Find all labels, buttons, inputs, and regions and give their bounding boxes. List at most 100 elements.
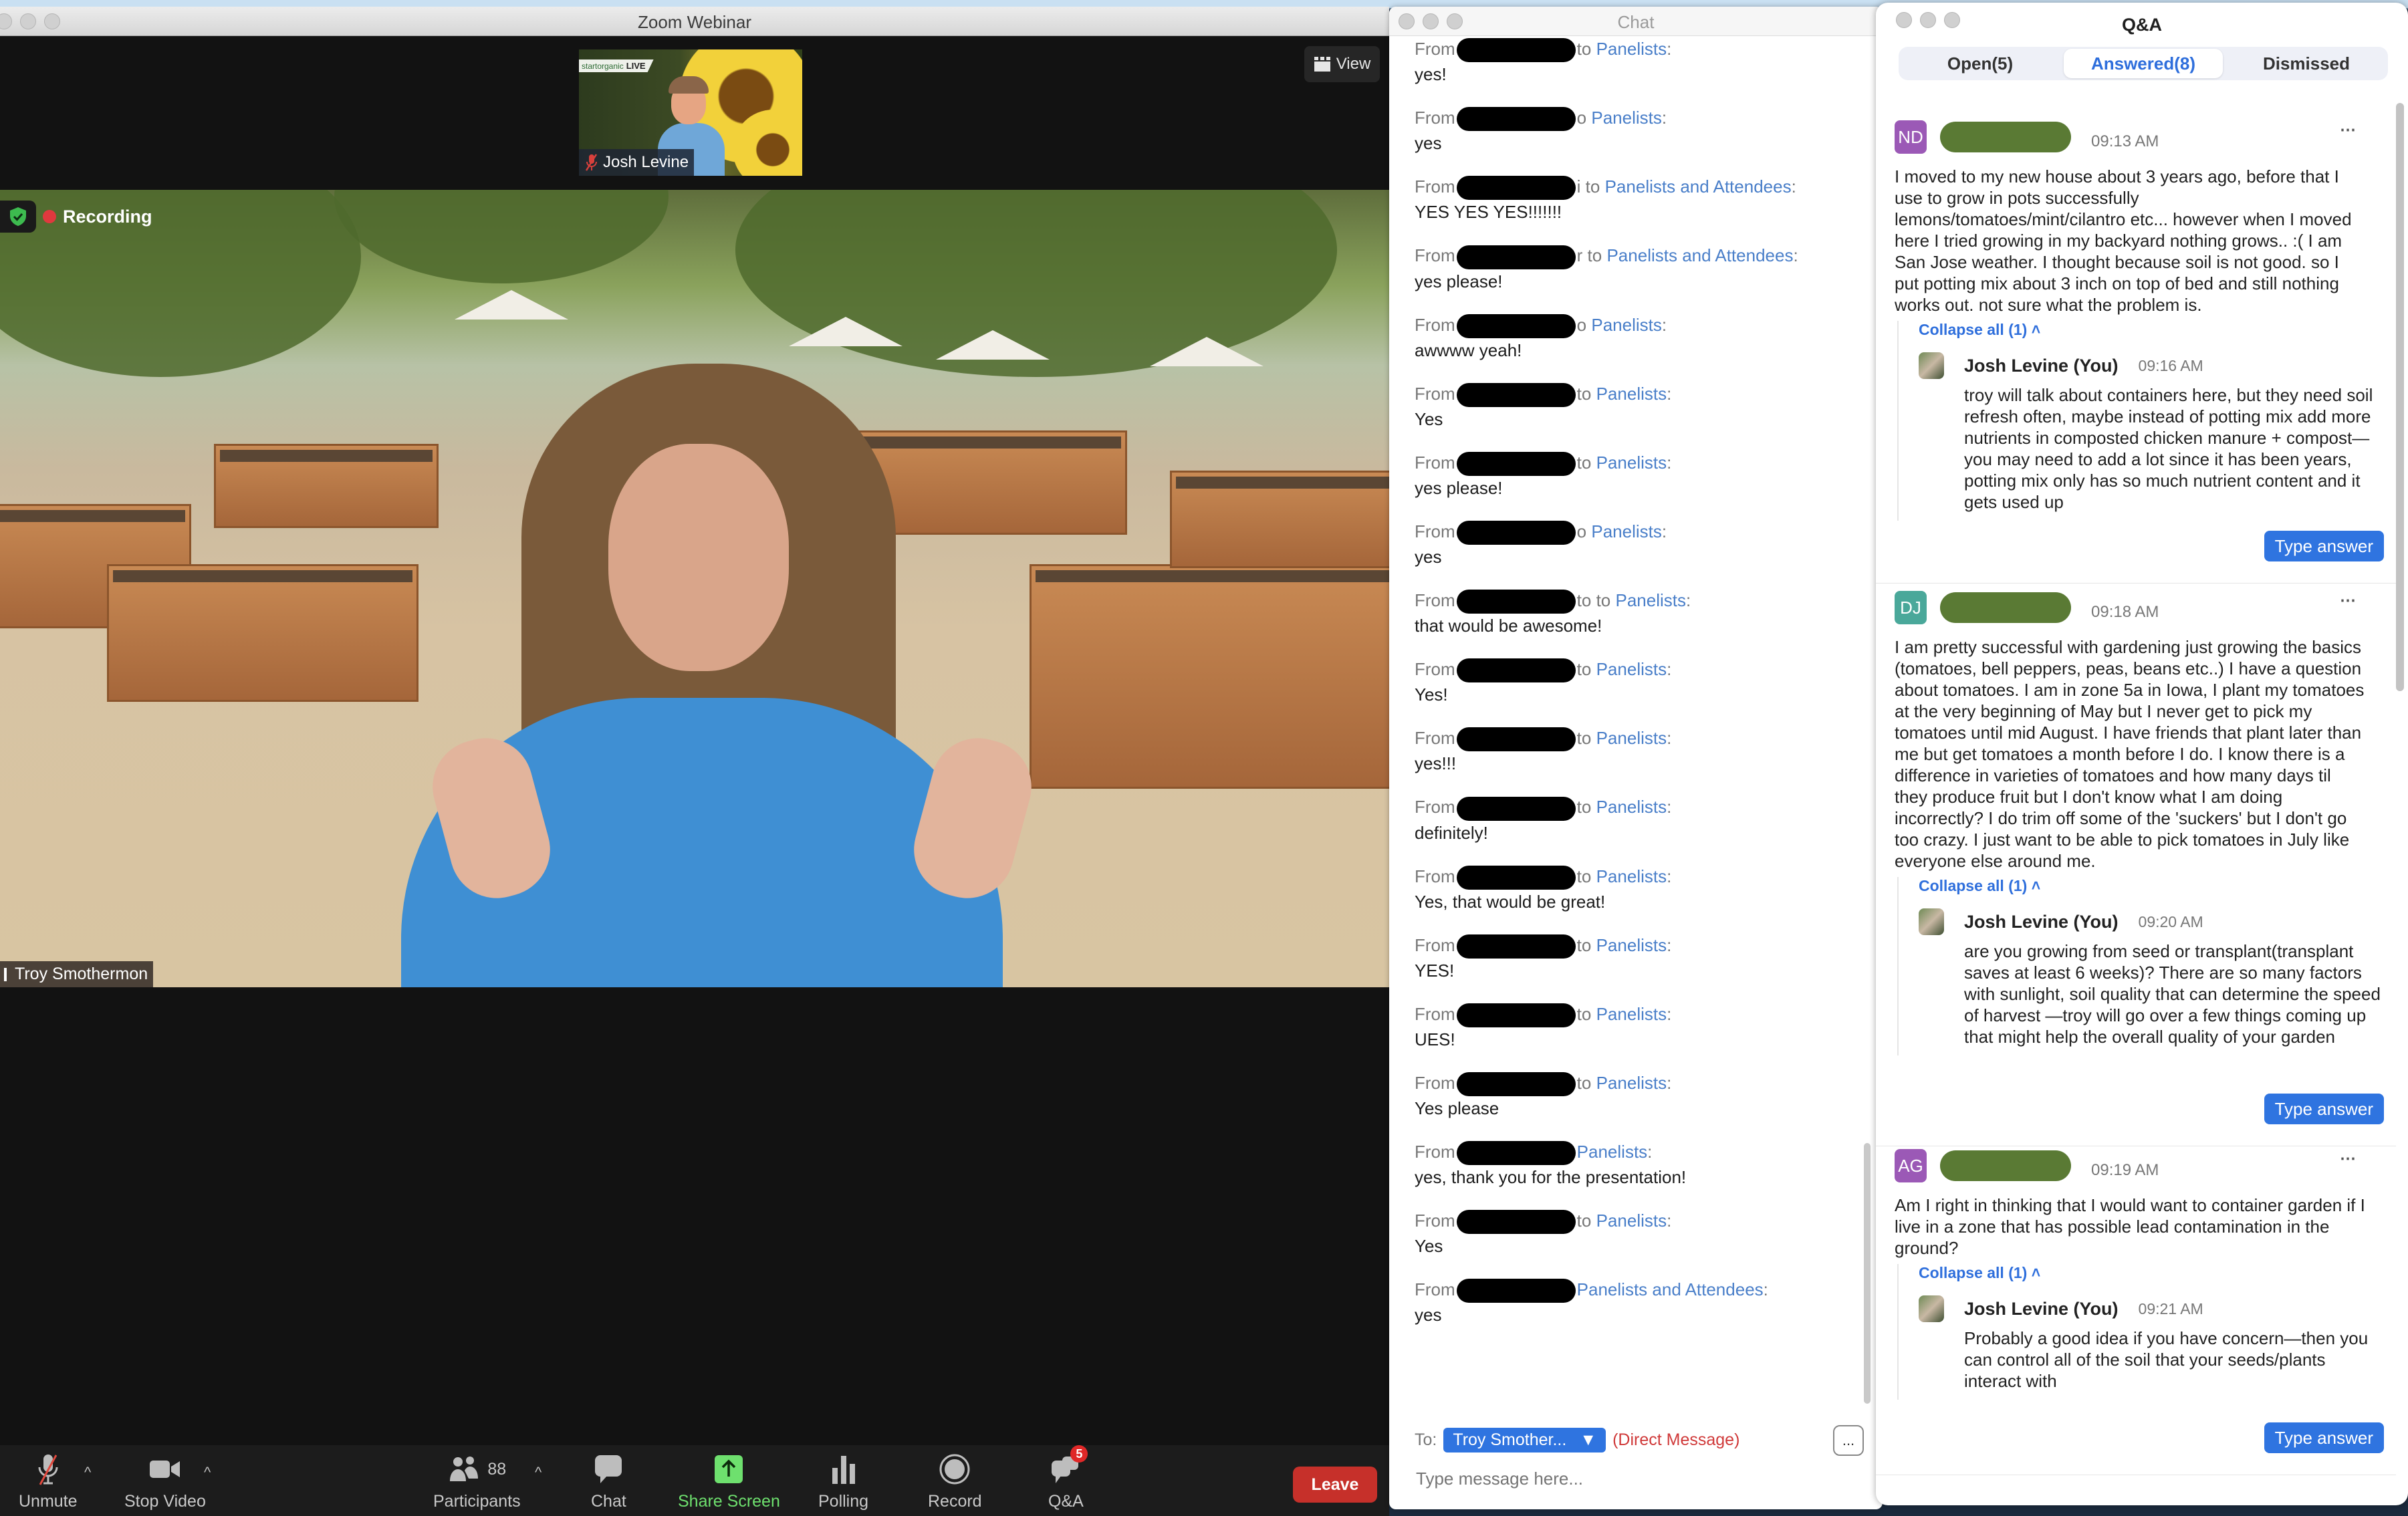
question-more-icon[interactable]: ⋯ xyxy=(2340,591,2356,610)
chat-button[interactable]: Chat xyxy=(591,1450,626,1511)
polling-button[interactable]: Polling xyxy=(818,1450,868,1511)
chat-message: From to Panelists: yes! xyxy=(1415,37,1842,86)
question-time: 09:19 AM xyxy=(2091,1161,2159,1179)
answer-time: 09:20 AM xyxy=(2138,912,2203,930)
collapse-all-toggle[interactable]: Collapse all (1) ˄ xyxy=(1919,877,2381,895)
chat-message-header: From to to Panelists: xyxy=(1415,589,1842,614)
chat-message-text: YES! xyxy=(1415,960,1455,981)
to-label: i to xyxy=(1576,176,1605,197)
asker-avatar: ND xyxy=(1895,120,1927,154)
question-more-icon[interactable]: ⋯ xyxy=(2340,120,2356,140)
tab-open[interactable]: Open(5) xyxy=(1901,49,2060,78)
chat-titlebar: Chat xyxy=(1389,7,1883,36)
chat-message: From to Panelists: Yes! xyxy=(1415,658,1842,707)
answer-text: are you growing from seed or transplant(… xyxy=(1964,941,2381,1047)
qa-title: Q&A xyxy=(2122,15,2162,35)
answerer-name: Josh Levine (You) xyxy=(1964,355,2119,376)
chat-message: From r to Panelists and Attendees: yes ple… xyxy=(1415,244,1842,293)
qa-scrollbar[interactable] xyxy=(2396,103,2404,691)
question-divider xyxy=(1876,583,2396,584)
chat-message-header: From o Panelists: xyxy=(1415,520,1842,545)
recipient-group: Panelists xyxy=(1576,1142,1648,1162)
unmute-button[interactable]: Unmute xyxy=(19,1450,78,1511)
to-label: to xyxy=(1576,728,1596,749)
from-label: From xyxy=(1415,659,1455,680)
video-options-caret[interactable]: ^ xyxy=(204,1464,211,1481)
chat-message-header: From o Panelists: xyxy=(1415,106,1842,132)
panelist-thumbnail-video[interactable]: startorganic LIVE Josh Levine xyxy=(579,49,802,176)
recipient-group: Panelists xyxy=(1591,521,1662,541)
participants-options-caret[interactable]: ^ xyxy=(535,1464,541,1481)
tab-dismissed[interactable]: Dismissed xyxy=(2227,49,2386,78)
redacted-sender xyxy=(1456,865,1576,890)
chat-message-list[interactable]: From to Panelists: yes! From o Panelists: yes… xyxy=(1415,37,1842,1347)
question-more-icon[interactable]: ⋯ xyxy=(2340,1149,2356,1168)
to-label: to xyxy=(1576,797,1596,817)
chat-message-header: From to Panelists: xyxy=(1415,795,1842,821)
collapse-all-toggle[interactable]: Collapse all (1) ˄ xyxy=(1919,1264,2381,1282)
stop-video-button[interactable]: Stop Video xyxy=(124,1450,206,1511)
type-answer-button[interactable]: Type answer xyxy=(2264,1094,2384,1124)
chat-message-header: From to Panelists: xyxy=(1415,658,1842,683)
type-answer-button[interactable]: Type answer xyxy=(2264,531,2384,561)
redacted-sender xyxy=(1456,1210,1576,1235)
chat-message-text: Yes xyxy=(1415,1236,1443,1257)
chat-message: From to Panelists: definitely! xyxy=(1415,795,1842,844)
participants-button[interactable]: 88 Participants xyxy=(433,1450,521,1511)
active-speaker-video[interactable] xyxy=(0,190,1389,987)
chat-message: From to Panelists: YES! xyxy=(1415,934,1842,983)
recording-label: Recording xyxy=(63,206,152,227)
type-answer-button[interactable]: Type answer xyxy=(2264,1422,2384,1453)
share-screen-button[interactable]: Share Screen xyxy=(678,1450,780,1511)
to-label: o xyxy=(1576,314,1592,335)
participants-icon xyxy=(450,1457,479,1481)
chat-message-text: YES YES YES!!!!!!! xyxy=(1415,202,1562,223)
window-title: Zoom Webinar xyxy=(637,12,752,32)
recording-indicator[interactable]: Recording xyxy=(0,201,152,233)
recipient-dropdown[interactable]: Troy Smother... ▼ xyxy=(1443,1428,1606,1452)
security-shield[interactable] xyxy=(0,201,36,233)
chevron-up-icon: ˄ xyxy=(2031,1264,2041,1281)
chat-message-input[interactable] xyxy=(1415,1468,1832,1490)
audio-options-caret[interactable]: ^ xyxy=(84,1464,91,1481)
zoom-webinar-window: Zoom Webinar startorganic LIVE Josh Levi… xyxy=(0,7,1389,1516)
qa-button[interactable]: 5 Q&A xyxy=(1048,1445,1088,1511)
chat-title: Chat xyxy=(1617,12,1655,32)
record-button[interactable]: Record xyxy=(928,1450,982,1511)
collapse-all-toggle[interactable]: Collapse all (1) ˄ xyxy=(1919,321,2381,339)
chat-scrollbar[interactable] xyxy=(1864,1143,1871,1404)
direct-message-label: (Direct Message) xyxy=(1612,1430,1740,1449)
qa-tabs: Open(5) Answered(8) Dismissed xyxy=(1899,47,2388,80)
answer-header: Josh Levine (You) 09:16 AM xyxy=(1919,352,2381,379)
answer-header: Josh Levine (You) 09:21 AM xyxy=(1919,1295,2381,1322)
answerer-avatar xyxy=(1919,352,1944,379)
audio-level-icon xyxy=(4,967,7,981)
chat-message-text: yes xyxy=(1415,133,1442,154)
leave-button[interactable]: Leave xyxy=(1293,1467,1377,1503)
window-titlebar: Zoom Webinar xyxy=(0,7,1389,36)
chat-message-text: awwww yeah! xyxy=(1415,340,1522,360)
redacted-sender xyxy=(1456,1072,1576,1096)
view-button[interactable]: View xyxy=(1304,46,1380,82)
answerer-avatar xyxy=(1919,1295,1944,1322)
question-card: AG 09:19 AM ⋯ Am I right in thinking that I… xyxy=(1895,1149,2381,1400)
speaker-figure xyxy=(348,324,1083,987)
answer-text: troy will talk about containers here, bu… xyxy=(1964,385,2373,512)
chevron-up-icon: ˄ xyxy=(2031,877,2041,894)
recipient-group: Panelists xyxy=(1596,934,1667,955)
redacted-sender xyxy=(1456,176,1576,201)
chat-message: From to Panelists: Yes xyxy=(1415,382,1842,431)
to-label: to xyxy=(1576,39,1596,59)
question-card: ND 09:13 AM ⋯ I moved to my new house about… xyxy=(1895,120,2381,521)
to-label: to xyxy=(1576,659,1596,680)
tab-answered[interactable]: Answered(8) xyxy=(2064,49,2223,78)
chat-message-header: From Panelists and Attendees: xyxy=(1415,1278,1842,1303)
chat-message: From to Panelists: Yes xyxy=(1415,1209,1842,1258)
chat-message-text: Yes! xyxy=(1415,684,1448,705)
redacted-sender xyxy=(1456,1141,1576,1166)
asker-avatar: AG xyxy=(1895,1149,1927,1182)
to-label: to xyxy=(1576,1072,1596,1093)
chat-more-button[interactable]: ... xyxy=(1833,1425,1864,1456)
chat-recipient-row: To: Troy Smother... ▼ (Direct Message) xyxy=(1415,1428,1739,1452)
redacted-asker-name xyxy=(1940,592,2071,623)
